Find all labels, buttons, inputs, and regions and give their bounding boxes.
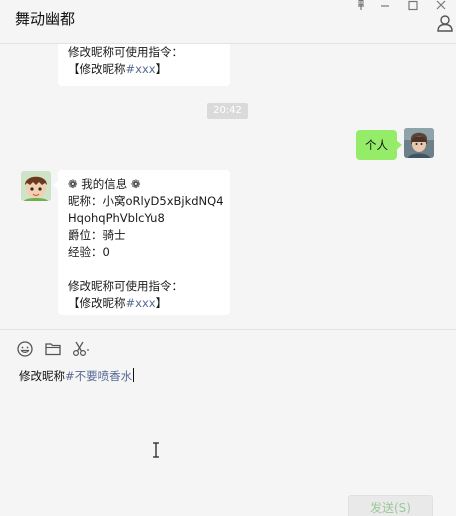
command-link[interactable]: #xxx bbox=[126, 62, 156, 76]
message-text: 【修改昵称#xxx】 bbox=[68, 62, 168, 76]
chat-header: 舞动幽都 bbox=[0, 0, 456, 44]
message-bubble-me: 个人 bbox=[356, 130, 402, 160]
minimize-icon[interactable] bbox=[376, 0, 394, 12]
message-bubble-bot: 修改昵称可使用指令： 【修改昵称#xxx】 bbox=[58, 44, 230, 86]
sparkle-icon: ❁ bbox=[68, 177, 78, 191]
text-caret bbox=[133, 368, 135, 382]
message-list[interactable]: 修改昵称可使用指令： 【修改昵称#xxx】 20:42 个人 ❁ 我的信息 ❁ … bbox=[0, 44, 456, 329]
chat-window: 舞动幽都 修改昵称可使用指令： 【修改昵称#xxx】 20:42 个人 ❁ 我的… bbox=[0, 0, 456, 516]
nickname-text: 昵称：小窝oRlyD5xBjkdNQ4 bbox=[68, 194, 224, 208]
info-header: ❁ 我的信息 ❁ bbox=[68, 177, 141, 191]
nickname-text-cont: HqohqPhVblcYu8 bbox=[68, 211, 165, 225]
send-button[interactable]: 发送(S) bbox=[348, 495, 433, 516]
command-link[interactable]: #xxx bbox=[126, 296, 156, 310]
rank-text: 爵位：骑士 bbox=[68, 228, 126, 242]
close-icon[interactable] bbox=[432, 0, 450, 12]
hint-text: 修改昵称可使用指令： bbox=[68, 279, 183, 293]
timestamp-badge: 20:42 bbox=[207, 103, 248, 119]
scissors-icon[interactable] bbox=[71, 340, 89, 358]
ibeam-cursor bbox=[151, 442, 161, 458]
message-input[interactable]: 修改昵称#不要喷香水 bbox=[19, 367, 135, 385]
command-text: 【修改昵称#xxx】 bbox=[68, 296, 168, 310]
exp-text: 经验：0 bbox=[68, 245, 110, 259]
chat-title: 舞动幽都 bbox=[15, 10, 76, 28]
sparkle-icon: ❁ bbox=[130, 177, 141, 191]
composer: 修改昵称#不要喷香水 发送(S) bbox=[0, 329, 456, 516]
message-bubble-bot: ❁ 我的信息 ❁ 昵称：小窝oRlyD5xBjkdNQ4 HqohqPhVblc… bbox=[53, 170, 230, 315]
message-text: 修改昵称可使用指令： bbox=[68, 45, 183, 59]
emoji-icon[interactable] bbox=[16, 340, 34, 358]
maximize-icon[interactable] bbox=[404, 0, 422, 12]
my-avatar[interactable] bbox=[404, 128, 434, 158]
user-icon[interactable] bbox=[436, 14, 454, 32]
pin-icon[interactable] bbox=[352, 0, 370, 12]
bot-avatar[interactable] bbox=[21, 171, 51, 201]
folder-icon[interactable] bbox=[44, 340, 62, 358]
